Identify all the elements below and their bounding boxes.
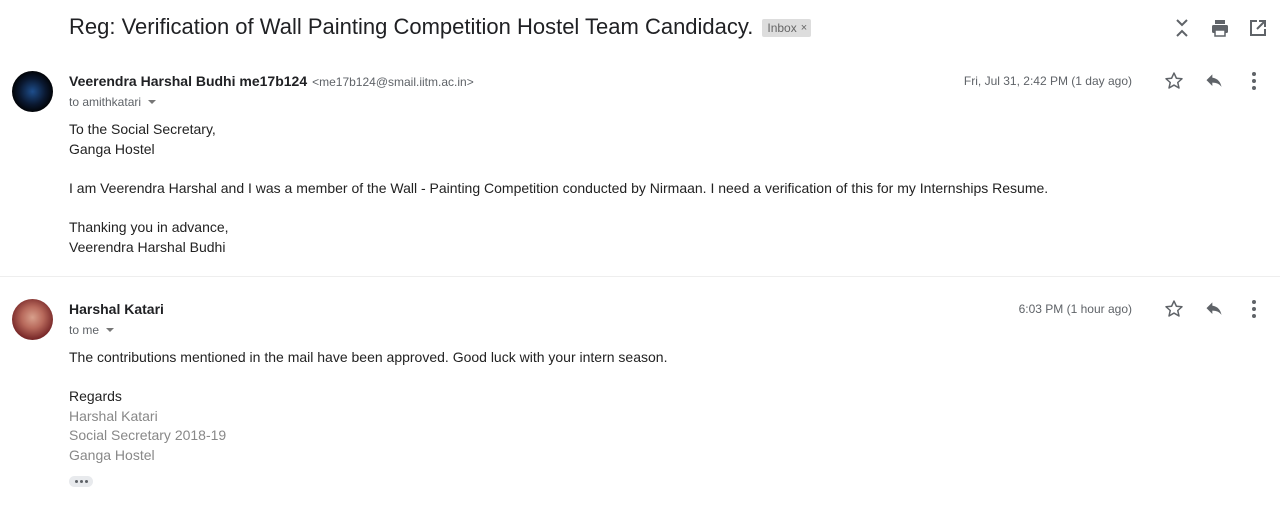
sender-name[interactable]: Veerendra Harshal Budhi me17b124 bbox=[69, 73, 307, 89]
sender-line: Veerendra Harshal Budhi me17b124 <me17b1… bbox=[69, 73, 474, 89]
more-options-icon[interactable] bbox=[1242, 69, 1266, 93]
reply-icon[interactable] bbox=[1202, 297, 1226, 321]
recipient-details-toggle[interactable]: to amithkatari bbox=[69, 95, 157, 109]
ellipsis-dot-icon bbox=[79, 480, 83, 483]
message-divider bbox=[0, 276, 1280, 277]
avatar[interactable] bbox=[12, 299, 53, 340]
ellipsis-dot-icon bbox=[84, 480, 88, 483]
show-trimmed-content-button[interactable] bbox=[69, 476, 93, 487]
message-date: Fri, Jul 31, 2:42 PM (1 day ago) bbox=[963, 74, 1132, 88]
chevron-down-icon bbox=[148, 100, 157, 104]
thread-toolbar bbox=[1170, 16, 1270, 40]
star-icon[interactable] bbox=[1162, 297, 1186, 321]
signature-line: Ganga Hostel bbox=[69, 446, 155, 463]
sender-name[interactable]: Harshal Katari bbox=[69, 301, 164, 317]
recipient-details-toggle[interactable]: to me bbox=[69, 323, 115, 337]
sender-email: <me17b124@smail.iitm.ac.in> bbox=[312, 75, 474, 89]
body-line: Regards bbox=[69, 388, 122, 405]
message-date: 6:03 PM (1 hour ago) bbox=[1018, 302, 1132, 316]
body-line: I am Veerendra Harshal and I was a membe… bbox=[69, 179, 1049, 196]
body-line: To the Social Secretary, bbox=[69, 121, 216, 137]
star-icon[interactable] bbox=[1162, 69, 1186, 93]
recipient-text: to amithkatari bbox=[69, 95, 142, 109]
subject-row: Reg: Verification of Wall Painting Compe… bbox=[69, 14, 812, 40]
reply-icon[interactable] bbox=[1202, 69, 1226, 93]
avatar[interactable] bbox=[12, 71, 53, 112]
expand-collapse-icon[interactable] bbox=[1170, 16, 1194, 40]
open-in-new-window-icon[interactable] bbox=[1246, 16, 1270, 40]
remove-label-button[interactable]: × bbox=[801, 22, 807, 34]
more-options-icon[interactable] bbox=[1242, 297, 1266, 321]
signature-line: Social Secretary 2018-19 bbox=[69, 427, 227, 444]
message-body: The contributions mentioned in the mail … bbox=[69, 348, 667, 466]
sender-line: Harshal Katari bbox=[69, 301, 164, 317]
message-meta: 6:03 PM (1 hour ago) bbox=[1019, 297, 1266, 321]
message-meta: Fri, Jul 31, 2:42 PM (1 day ago) bbox=[964, 69, 1266, 93]
email-subject: Reg: Verification of Wall Painting Compe… bbox=[69, 14, 754, 39]
label-text: Inbox bbox=[767, 21, 797, 35]
chevron-down-icon bbox=[106, 328, 115, 332]
print-icon[interactable] bbox=[1208, 16, 1232, 40]
body-line: The contributions mentioned in the mail … bbox=[69, 349, 668, 365]
signature-line: Harshal Katari bbox=[69, 407, 158, 424]
ellipsis-dot-icon bbox=[74, 480, 78, 483]
body-line: Ganga Hostel bbox=[69, 140, 155, 157]
body-line: Thanking you in advance, bbox=[69, 218, 229, 235]
recipient-text: to me bbox=[69, 323, 100, 337]
inbox-label[interactable]: Inbox × bbox=[762, 19, 812, 37]
message-body: To the Social Secretary, Ganga Hostel I … bbox=[69, 120, 1048, 257]
body-line: Veerendra Harshal Budhi bbox=[69, 238, 226, 255]
